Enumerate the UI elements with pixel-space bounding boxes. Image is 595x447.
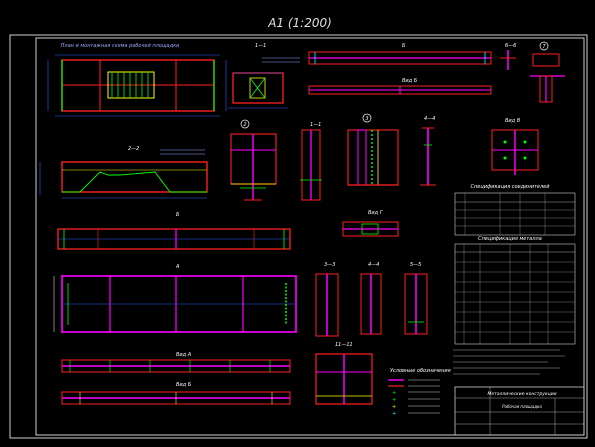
beam-a-view: А: [53, 264, 297, 333]
beam-a-label: А: [175, 264, 180, 270]
beam-b-label: Б: [176, 212, 180, 218]
section-2-2-label: 2—2: [128, 146, 139, 152]
node-7-label: 7: [542, 44, 546, 50]
plan-title: План и монтажная схема рабочей площадки: [61, 43, 180, 49]
section-4-4: 4—4: [420, 116, 436, 186]
section-6-6-label: 6—6: [505, 43, 516, 49]
svg-text:+: +: [392, 411, 396, 417]
node-2: 2: [230, 119, 277, 201]
plan-view: План и монтажная схема рабочей площадки: [47, 43, 227, 117]
titleblock-project: Металлические конструкции: [487, 391, 556, 397]
view-v: Вид В: [491, 118, 539, 175]
materials-table-title: Спецификация металла: [478, 236, 542, 242]
svg-text:+: +: [392, 397, 396, 403]
section-4-4b-label: 4—4: [368, 262, 379, 268]
section-3-3-label: 3—3: [324, 262, 335, 268]
section-11-11: 11—11: [315, 342, 373, 405]
beam-b-view: Б: [57, 212, 291, 250]
view-b3-label: Вид Б: [176, 382, 192, 388]
view-a-label: Вид А: [176, 352, 192, 358]
node-3: 3: [347, 113, 399, 186]
section-4-4-label: 4—4: [424, 116, 435, 122]
beam-elevation-top: Б Вид Б: [308, 43, 492, 95]
view-g: Вид Г: [342, 210, 399, 237]
svg-text:+: +: [392, 404, 396, 410]
section-4-4b: 4—4: [360, 262, 382, 335]
section-5-5: 5—5: [404, 262, 428, 335]
legend: Условные обозначения + + + +: [388, 368, 451, 417]
node-3-label: 3: [365, 116, 368, 122]
sheet-format-label: A1 (1:200): [267, 16, 332, 30]
titleblock-drawing: Рабочая площадка: [502, 404, 542, 409]
view-b-label: Б: [402, 43, 406, 49]
section-3-3: 3—3: [315, 262, 339, 337]
view-a-bottom: Вид А: [61, 352, 291, 373]
section-1-1b-label: 1—1: [310, 122, 321, 128]
connections-table: Спецификация соединителей: [454, 184, 576, 236]
section-2-2: 2—2: [39, 146, 208, 199]
view-v-label: Вид В: [505, 118, 521, 124]
section-5-5-label: 5—5: [410, 262, 421, 268]
view-b-bottom: Вид Б: [61, 382, 291, 405]
section-1-1-label: 1—1: [255, 43, 266, 49]
legend-title: Условные обозначения: [390, 368, 451, 374]
notes-block: [453, 349, 565, 375]
svg-text:+: +: [392, 390, 396, 396]
section-6-6: 6—6: [500, 43, 516, 70]
view-b2-label: Вид Б: [402, 78, 418, 84]
view-g-label: Вид Г: [368, 210, 384, 216]
drawing-sheet: A1 (1:200) План и монтажная схема рабоче…: [9, 16, 588, 439]
node-2-label: 2: [243, 122, 246, 128]
section-1-1: 1—1: [228, 43, 300, 109]
node-7: 7: [530, 41, 565, 103]
title-block: Металлические конструкции Рабочая площад…: [454, 386, 585, 436]
section-1-1b: 1—1: [300, 122, 322, 201]
section-11-11-label: 11—11: [335, 342, 353, 348]
materials-table: Спецификация металла: [454, 236, 576, 345]
connections-table-title: Спецификация соединителей: [471, 184, 551, 190]
